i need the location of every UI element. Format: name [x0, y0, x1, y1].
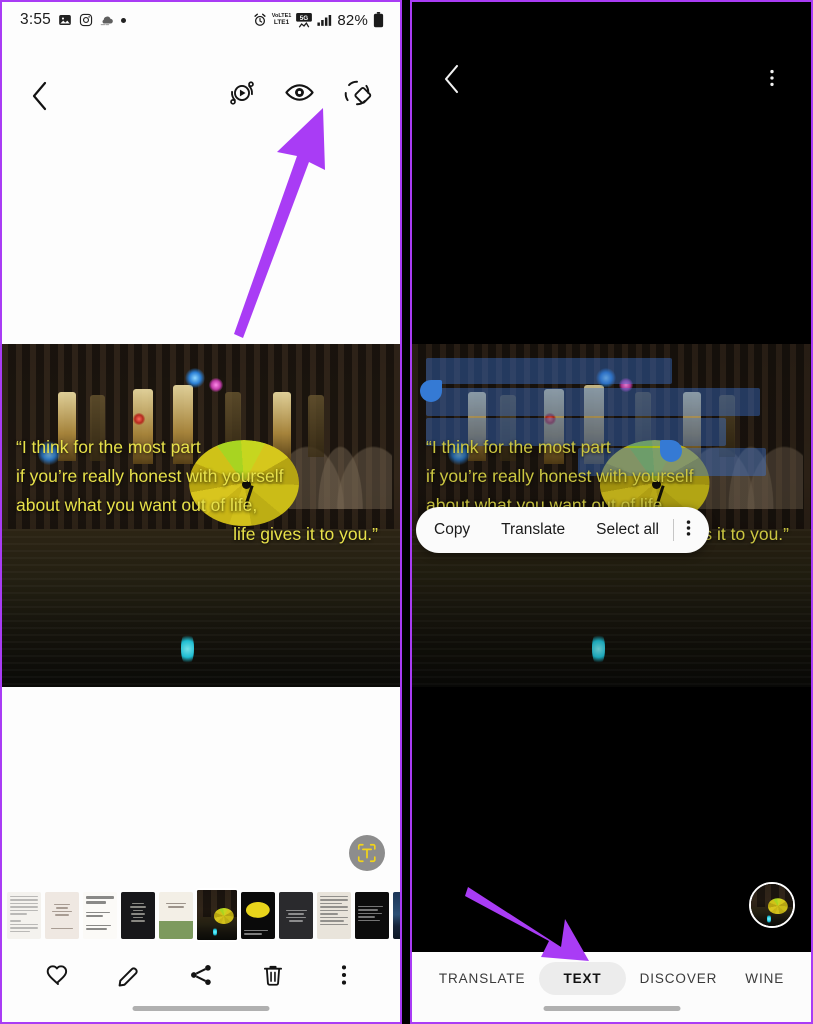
tab-text[interactable]: TEXT: [539, 961, 626, 995]
selection-handle-end[interactable]: [660, 440, 682, 462]
more-options-button[interactable]: [331, 962, 357, 993]
filmstrip[interactable]: [2, 888, 400, 942]
thumb-document-1[interactable]: [7, 891, 41, 939]
thumb-photo: [197, 890, 237, 940]
copy-menu-item[interactable]: Copy: [434, 521, 470, 539]
back-button[interactable]: [442, 63, 462, 100]
weather-icon: [100, 14, 114, 26]
vision-top-toolbar: [412, 58, 811, 104]
thumb-umbrella: [213, 908, 234, 924]
more-options-button[interactable]: [761, 66, 783, 95]
thumb-cyan: [213, 927, 217, 937]
selection-highlight: [426, 388, 760, 416]
battery-icon: [373, 12, 384, 28]
tab-translate[interactable]: TRANSLATE: [425, 962, 540, 995]
recognized-line: if you’re really honest with yourself: [426, 466, 694, 487]
thumb-quote-2[interactable]: [45, 891, 79, 939]
thumb-night-sky-11[interactable]: [393, 891, 400, 939]
right-phone-panel: “I think for the most part if you’re rea…: [410, 0, 813, 1024]
quote-line: about what you want out of life,: [16, 495, 258, 516]
context-menu-overflow-icon[interactable]: [686, 517, 691, 544]
gallery-top-toolbar: [2, 72, 400, 124]
photo-quote-text: “I think for the most part if you’re rea…: [2, 433, 400, 549]
thumb-canopy: [213, 908, 234, 924]
thumb-yellow-umbrella-7[interactable]: [241, 891, 275, 939]
signal-icon: [317, 13, 332, 27]
select-all-menu-item[interactable]: Select all: [596, 521, 659, 539]
recognized-line: “I think for the most part: [426, 437, 611, 458]
thumb-cancer-10[interactable]: [355, 891, 389, 939]
left-phone-panel: 3:55 VoLTE1 LTE1 5G 82% “I think for the…: [0, 0, 402, 1024]
alarm-icon: [253, 13, 267, 27]
gallery-icon: [58, 13, 72, 27]
instagram-icon: [79, 13, 93, 27]
vision-tab-bar: TRANSLATE TEXT DISCOVER WINE: [412, 952, 811, 1004]
thumb-canopy: [767, 898, 788, 915]
home-indicator[interactable]: [132, 1006, 270, 1011]
edit-button[interactable]: [116, 962, 142, 993]
quote-line: if you’re really honest with yourself: [16, 466, 284, 487]
source-image-thumbnail[interactable]: [749, 882, 795, 928]
quote-line: “I think for the most part: [16, 437, 201, 458]
svg-text:5G: 5G: [300, 14, 309, 21]
motion-photo-icon[interactable]: [227, 78, 257, 113]
status-bar-right: VoLTE1 LTE1 5G 82%: [253, 12, 384, 29]
menu-divider: [673, 519, 675, 541]
thumb-flowers-5[interactable]: [159, 891, 193, 939]
tab-wine[interactable]: WINE: [731, 962, 798, 995]
status-time: 3:55: [20, 11, 51, 28]
selection-highlight: [426, 358, 672, 384]
delete-button[interactable]: [260, 962, 286, 993]
tab-discover[interactable]: DISCOVER: [626, 962, 732, 995]
thumb-canopy: [245, 901, 270, 918]
photo-reflections: [2, 529, 400, 687]
photo-viewer[interactable]: “I think for the most part if you’re rea…: [2, 344, 400, 687]
home-indicator[interactable]: [543, 1006, 680, 1011]
text-context-menu[interactable]: Copy Translate Select all: [416, 507, 709, 553]
volte-icon: VoLTE1 LTE1: [271, 13, 292, 26]
toolbar-icon-group: [227, 77, 372, 113]
screenshot-stage: 3:55 VoLTE1 LTE1 5G 82% “I think for the…: [0, 0, 813, 1024]
thumb-dark-quote-4[interactable]: [121, 891, 155, 939]
photo-red-light: [133, 412, 146, 425]
5g-icon: 5G: [296, 12, 313, 28]
dot-icon: [120, 17, 126, 23]
gallery-action-bar: [2, 952, 400, 1002]
selection-handle-start[interactable]: [420, 380, 442, 402]
text-scan-button[interactable]: [349, 835, 385, 871]
thumbnail-photo: [751, 884, 793, 926]
favorite-button[interactable]: [45, 962, 71, 993]
thumb-article-9[interactable]: [317, 891, 351, 939]
rotate-ar-icon[interactable]: [342, 78, 372, 113]
quote-line: life gives it to you.”: [233, 524, 378, 545]
thumb-umbrella-icon: [245, 901, 270, 918]
back-button[interactable]: [30, 80, 50, 117]
share-button[interactable]: [188, 962, 214, 993]
bixby-vision-eye-icon[interactable]: [284, 77, 315, 113]
battery-percent: 82%: [337, 11, 368, 29]
thumb-arabic-3[interactable]: [83, 891, 117, 939]
thumb-umbrella: [767, 898, 788, 915]
status-bar-left: 3:55: [20, 11, 126, 29]
thumb-umbrella-night-6[interactable]: [195, 888, 239, 942]
photo-blue-light: [185, 368, 206, 388]
thumb-dark-text-8[interactable]: [279, 891, 313, 939]
status-bar: 3:55 VoLTE1 LTE1 5G 82%: [2, 2, 400, 38]
translate-menu-item[interactable]: Translate: [501, 521, 565, 539]
